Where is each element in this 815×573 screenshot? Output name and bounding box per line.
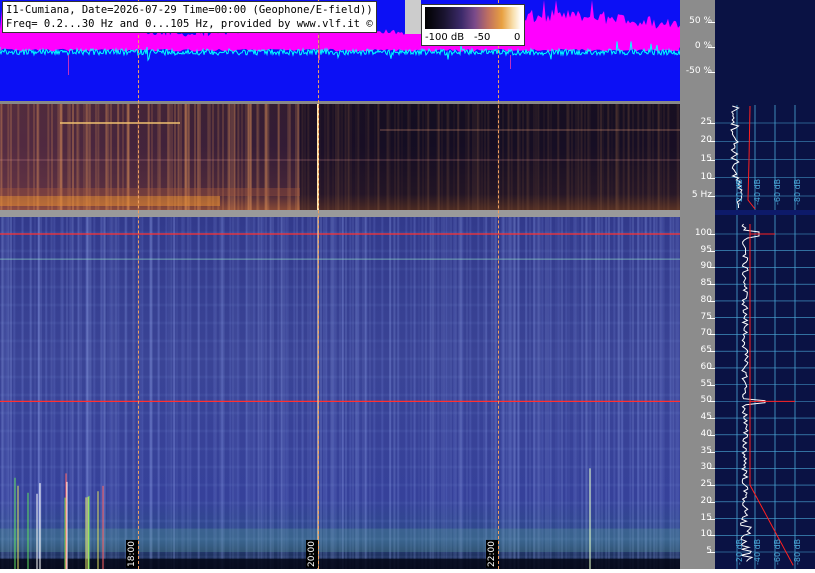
tick-mark xyxy=(708,177,715,179)
high-frequency-tick-label: 85 xyxy=(700,278,712,289)
tick-mark xyxy=(708,267,715,269)
high-frequency-tick-label: 15 xyxy=(700,512,712,523)
tick-mark xyxy=(708,552,715,553)
high-frequency-tick-label: 55 xyxy=(700,378,712,389)
tick-mark xyxy=(708,123,715,124)
high-frequency-tick-label: 45 xyxy=(700,412,712,423)
high-frequency-tick-label: 25 xyxy=(700,479,712,490)
axis-ticks-layer: 50 % 0 % -50 % 25 20 15 10 5 Hz 100 95 90 85 80 75 70 6… xyxy=(0,0,815,569)
high-frequency-tick-label: 10 xyxy=(700,529,712,540)
tick-mark xyxy=(708,518,715,520)
high-frequency-tick-label: 60 xyxy=(700,361,712,372)
high-frequency-tick-label: 70 xyxy=(700,328,712,339)
tick-mark xyxy=(708,72,715,73)
low-frequency-tick-label: 10 xyxy=(700,171,712,182)
low-frequency-tick-label: 5 Hz xyxy=(691,190,712,200)
tick-mark xyxy=(708,250,715,252)
high-frequency-tick-label: 90 xyxy=(700,261,712,272)
tick-mark xyxy=(708,367,715,369)
amplitude-tick-label: 50 % xyxy=(689,16,712,26)
high-frequency-tick-label: 95 xyxy=(700,244,712,255)
tick-mark xyxy=(708,47,715,48)
tick-mark xyxy=(708,468,715,470)
high-frequency-tick-label: 50 xyxy=(700,395,712,406)
high-frequency-tick-label: 40 xyxy=(700,428,712,439)
high-frequency-tick-label: 80 xyxy=(700,294,712,305)
high-frequency-tick-label: 20 xyxy=(700,495,712,506)
high-frequency-tick-label: 30 xyxy=(700,462,712,473)
tick-mark xyxy=(708,196,715,197)
amplitude-tick-label: -50 % xyxy=(685,66,712,76)
high-frequency-tick-label: 35 xyxy=(700,445,712,456)
amplitude-tick-label: 0 % xyxy=(694,41,712,51)
tick-mark xyxy=(708,141,715,143)
high-frequency-tick-label: 5 xyxy=(706,546,712,556)
tick-mark xyxy=(708,384,715,386)
tick-mark xyxy=(708,234,715,235)
tick-mark xyxy=(708,159,715,161)
tick-mark xyxy=(708,317,715,319)
low-frequency-tick-label: 20 xyxy=(700,135,712,146)
tick-mark xyxy=(708,300,715,302)
high-frequency-tick-label: 65 xyxy=(700,345,712,356)
tick-mark xyxy=(708,22,715,23)
high-frequency-tick-label: 100 xyxy=(694,228,712,238)
tick-mark xyxy=(708,334,715,336)
tick-mark xyxy=(708,284,715,286)
tick-mark xyxy=(708,501,715,503)
tick-mark xyxy=(708,535,715,537)
tick-mark xyxy=(708,351,715,353)
tick-mark xyxy=(708,451,715,453)
tick-mark xyxy=(708,434,715,436)
low-frequency-tick-label: 25 xyxy=(700,117,712,127)
tick-mark xyxy=(708,401,715,403)
tick-mark xyxy=(708,418,715,420)
tick-mark xyxy=(708,485,715,487)
low-frequency-tick-label: 15 xyxy=(700,153,712,164)
high-frequency-tick-label: 75 xyxy=(700,311,712,322)
